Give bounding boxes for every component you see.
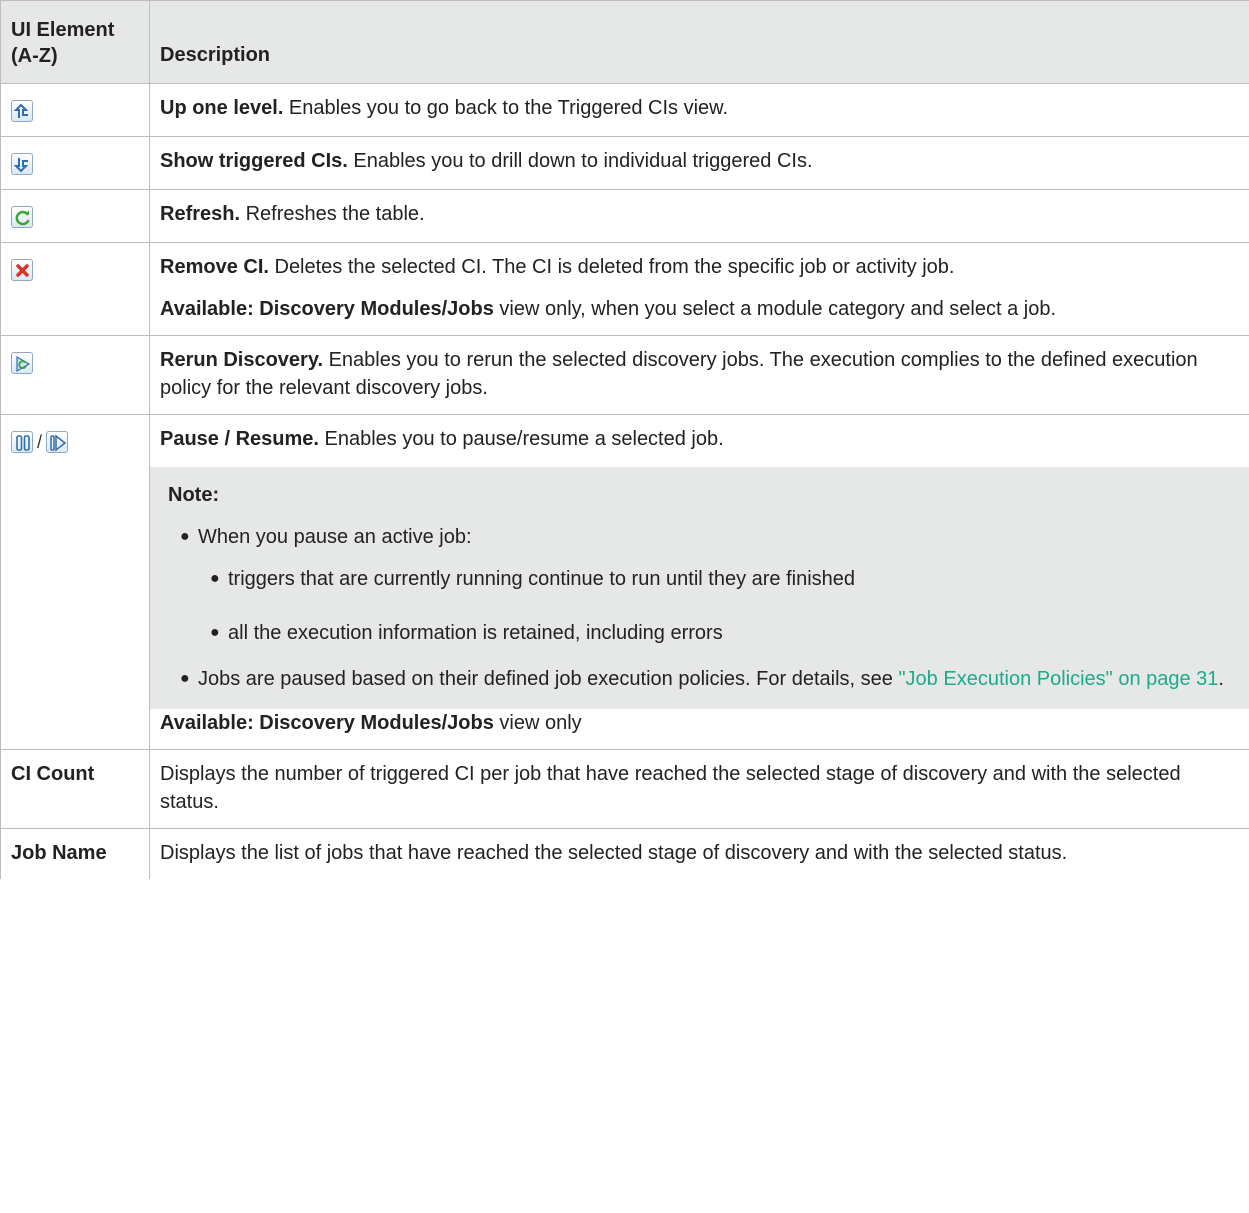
description-cell: Rerun Discovery. Enables you to rerun th… xyxy=(149,335,1249,415)
availability-text: view only, when you select a module cate… xyxy=(493,298,1056,320)
row-text: Deletes the selected CI. The CI is delet… xyxy=(268,256,955,278)
column-header-ui-element: UI Element (A-Z) xyxy=(0,0,150,84)
row-text: Displays the number of triggered CI per … xyxy=(160,763,1181,813)
bullet: ● xyxy=(210,570,220,587)
description-cell: Pause / Resume. Enables you to pause/res… xyxy=(149,414,1249,750)
bullet: ● xyxy=(180,528,190,545)
availability-note: Available: Discovery Modules/Jobs view o… xyxy=(160,295,1239,323)
table-row: / Pause / Resume. Enables you to pause/r… xyxy=(0,414,1249,750)
note-list: ● When you pause an active job: ● trigger… xyxy=(168,523,1233,693)
note-title: Note: xyxy=(168,484,220,506)
row-title: Up one level. xyxy=(160,97,284,119)
ui-elements-table: UI Element (A-Z) Description Up one leve… xyxy=(0,0,1249,879)
row-title: Rerun Discovery. xyxy=(160,349,324,371)
note-item: ● Jobs are paused based on their defined… xyxy=(168,665,1233,693)
table-row: Job Name Displays the list of jobs that … xyxy=(0,828,1249,879)
row-title: Show triggered CIs. xyxy=(160,150,348,172)
pause-icon xyxy=(11,430,33,453)
description-cell: Displays the list of jobs that have reac… xyxy=(149,828,1249,879)
description-cell: Show triggered CIs. Enables you to drill… xyxy=(149,136,1249,190)
availability-bold: Available: Discovery Modules/Jobs xyxy=(160,298,494,320)
availability-bold: Available: Discovery Modules/Jobs xyxy=(160,712,494,734)
table-row: Up one level. Enables you to go back to … xyxy=(0,83,1249,137)
note-subitem-text: triggers that are currently running cont… xyxy=(228,568,856,590)
table-row: CI Count Displays the number of triggere… xyxy=(0,749,1249,829)
column-header-description: Description xyxy=(149,0,1249,84)
note-subitem-text: all the execution information is retaine… xyxy=(228,622,723,644)
description-cell: Remove CI. Deletes the selected CI. The … xyxy=(149,242,1249,336)
availability-note: Available: Discovery Modules/Jobs view o… xyxy=(160,709,1239,737)
table-row: Rerun Discovery. Enables you to rerun th… xyxy=(0,335,1249,415)
bullet: ● xyxy=(210,624,220,641)
up-one-level-icon xyxy=(11,99,33,122)
table-row: Refresh. Refreshes the table. xyxy=(0,189,1249,243)
note-box: Note: ● When you pause an active job: ● t… xyxy=(150,467,1249,709)
remove-ci-icon xyxy=(11,258,33,281)
description-cell: Up one level. Enables you to go back to … xyxy=(149,83,1249,137)
refresh-icon xyxy=(11,205,33,228)
note-item-text: Jobs are paused based on their defined j… xyxy=(198,668,899,690)
row-title: Pause / Resume. xyxy=(160,428,319,450)
note-item-end: . xyxy=(1218,668,1224,690)
element-name: Job Name xyxy=(11,842,107,864)
row-title: Refresh. xyxy=(160,203,241,225)
element-cell xyxy=(0,189,150,243)
table-row: Show triggered CIs. Enables you to drill… xyxy=(0,136,1249,190)
element-cell: CI Count xyxy=(0,749,150,829)
description-cell: Displays the number of triggered CI per … xyxy=(149,749,1249,829)
table-row: Remove CI. Deletes the selected CI. The … xyxy=(0,242,1249,336)
element-cell xyxy=(0,136,150,190)
element-cell xyxy=(0,335,150,415)
element-cell xyxy=(0,242,150,336)
description-cell: Refresh. Refreshes the table. xyxy=(149,189,1249,243)
element-cell: Job Name xyxy=(0,828,150,879)
row-text: Enables you to go back to the Triggered … xyxy=(283,97,729,119)
row-text: Refreshes the table. xyxy=(240,203,425,225)
bullet: ● xyxy=(180,670,190,687)
row-text: Enables you to drill down to individual … xyxy=(347,150,813,172)
note-item-text: When you pause an active job: xyxy=(198,526,472,548)
note-subitem: ● all the execution information is retain… xyxy=(198,619,1233,647)
row-text: Displays the list of jobs that have reac… xyxy=(160,842,1068,864)
row-text: Enables you to pause/resume a selected j… xyxy=(318,428,724,450)
row-description: Pause / Resume. Enables you to pause/res… xyxy=(160,425,1239,453)
element-name: CI Count xyxy=(11,763,95,785)
icon-separator: / xyxy=(37,431,43,452)
show-triggered-cis-icon xyxy=(11,152,33,175)
note-subitem: ● triggers that are currently running con… xyxy=(198,565,1233,593)
availability-text: view only xyxy=(493,712,582,734)
element-cell xyxy=(0,83,150,137)
rerun-discovery-icon xyxy=(11,351,33,374)
header-row: UI Element (A-Z) Description xyxy=(0,0,1249,84)
job-execution-policies-link[interactable]: "Job Execution Policies" on page 31 xyxy=(898,668,1218,690)
note-item: ● When you pause an active job: ● trigger… xyxy=(168,523,1233,647)
row-title: Remove CI. xyxy=(160,256,269,278)
note-sublist: ● triggers that are currently running con… xyxy=(198,565,1233,647)
resume-icon xyxy=(46,430,69,453)
row-description: Remove CI. Deletes the selected CI. The … xyxy=(160,253,1239,281)
element-cell: / xyxy=(0,414,150,750)
